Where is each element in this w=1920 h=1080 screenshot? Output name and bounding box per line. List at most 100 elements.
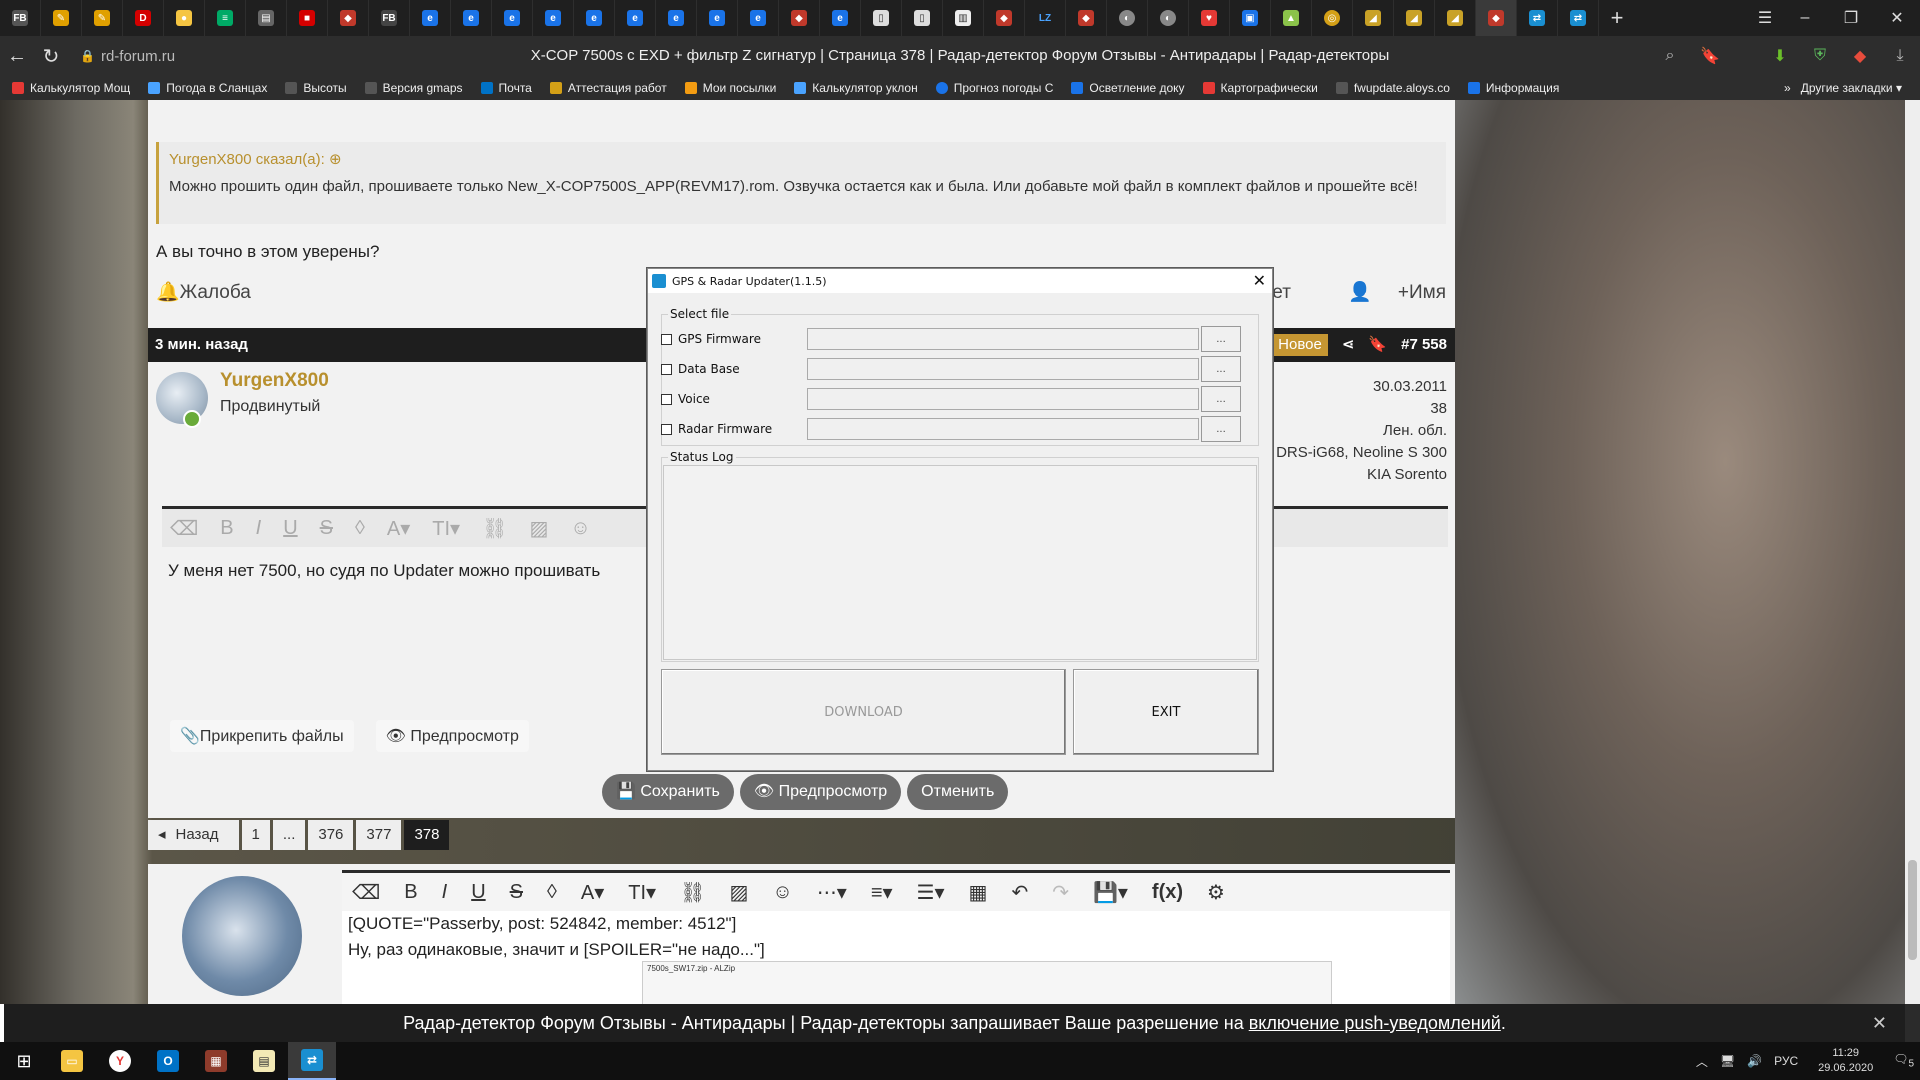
clock[interactable]: 11:29 29.06.2020 bbox=[1818, 1046, 1873, 1076]
browser-tab[interactable]: LZ bbox=[1025, 0, 1066, 36]
downloads-icon[interactable]: ⤓ bbox=[1880, 47, 1920, 65]
bookmark-item[interactable]: Прогноз погоды С bbox=[935, 81, 1053, 95]
pager-page[interactable]: 376 bbox=[308, 820, 354, 850]
taskbar-explorer[interactable]: ▭ bbox=[48, 1042, 96, 1080]
eraser-icon[interactable]: ⌫ bbox=[170, 516, 198, 541]
browser-tab[interactable]: e bbox=[738, 0, 779, 36]
preview-link[interactable]: 👁 Предпросмотр bbox=[375, 720, 529, 752]
tray-chevron-icon[interactable]: ︿ bbox=[1696, 1053, 1708, 1070]
gear-icon[interactable]: ⚙ bbox=[1207, 880, 1225, 905]
taskbar-updater[interactable]: ⇄ bbox=[288, 1042, 336, 1080]
italic-icon[interactable]: I bbox=[256, 517, 262, 540]
browser-tab[interactable]: e bbox=[492, 0, 533, 36]
bookmark-item[interactable]: Калькулятор уклон bbox=[794, 81, 918, 95]
link-icon[interactable]: ⛓ bbox=[482, 516, 507, 541]
underline-icon[interactable]: U bbox=[471, 881, 485, 904]
reply-line[interactable]: [QUOTE="Passerby, post: 524842, member: … bbox=[342, 911, 1450, 937]
page-scrollbar[interactable] bbox=[1905, 100, 1920, 1004]
bookmark-item[interactable]: Мои посылки bbox=[684, 81, 776, 95]
browser-tab[interactable]: ▲ bbox=[1271, 0, 1312, 36]
bookmark-item[interactable]: Аттестация работ bbox=[549, 81, 667, 95]
image-icon[interactable]: ▨ bbox=[529, 516, 548, 541]
taskbar-outlook[interactable]: O bbox=[144, 1042, 192, 1080]
quote-author[interactable]: YurgenX800 сказал(а): ⊕ bbox=[169, 150, 1436, 168]
browser-tab[interactable]: ⇄ bbox=[1517, 0, 1558, 36]
save-button[interactable]: 💾 Сохранить bbox=[602, 774, 734, 810]
enable-push-link[interactable]: включение push-уведомлений bbox=[1249, 1013, 1501, 1033]
drafts-icon[interactable]: 💾▾ bbox=[1093, 880, 1128, 905]
close-window-button[interactable]: ✕ bbox=[1874, 0, 1920, 36]
browser-tab[interactable]: ◢ bbox=[1394, 0, 1435, 36]
report-link[interactable]: 🔔Жалоба bbox=[156, 280, 251, 304]
plus-name-link[interactable]: 👤 +Имя bbox=[1322, 282, 1446, 303]
exit-button[interactable]: EXIT bbox=[1073, 669, 1259, 755]
network-icon[interactable]: 🖥 bbox=[1720, 1054, 1735, 1068]
bookmark-item[interactable]: Картографически bbox=[1202, 81, 1318, 95]
redo-icon[interactable]: ↷ bbox=[1052, 880, 1069, 905]
browser-tab[interactable]: ◐ bbox=[1107, 0, 1148, 36]
minimize-button[interactable]: – bbox=[1782, 0, 1828, 36]
new-tab-button[interactable]: + bbox=[1599, 0, 1635, 36]
browser-tab[interactable]: e bbox=[615, 0, 656, 36]
browser-tab[interactable]: ✎ bbox=[82, 0, 123, 36]
browser-tab[interactable]: ◆ bbox=[1066, 0, 1107, 36]
search-page-icon[interactable]: ⌕ bbox=[1650, 47, 1690, 65]
browser-tab[interactable]: ■ bbox=[287, 0, 328, 36]
browser-tab[interactable]: ◢ bbox=[1435, 0, 1476, 36]
restore-button[interactable]: ❐ bbox=[1828, 0, 1874, 36]
voice-checkbox[interactable] bbox=[661, 393, 672, 405]
strikethrough-icon[interactable]: S bbox=[510, 881, 523, 904]
font-size-icon[interactable]: A▾ bbox=[581, 880, 604, 905]
italic-icon[interactable]: I bbox=[442, 881, 448, 904]
browser-tab-active[interactable]: ◆ bbox=[1476, 0, 1517, 36]
arrow-up-circle-icon[interactable]: ⊕ bbox=[329, 151, 342, 168]
notification-center-icon[interactable]: 🗨5 bbox=[1893, 1052, 1914, 1069]
cancel-button[interactable]: Отменить bbox=[907, 774, 1009, 810]
browser-tab[interactable]: e bbox=[533, 0, 574, 36]
browser-tab[interactable]: e bbox=[451, 0, 492, 36]
browse-button[interactable]: ... bbox=[1201, 356, 1241, 382]
browser-tab[interactable]: ▣ bbox=[1230, 0, 1271, 36]
radar-firmware-path[interactable] bbox=[807, 418, 1199, 440]
gps-firmware-path[interactable] bbox=[807, 328, 1199, 350]
bold-icon[interactable]: B bbox=[220, 517, 233, 540]
voice-path[interactable] bbox=[807, 388, 1199, 410]
status-log[interactable] bbox=[663, 465, 1257, 660]
browser-tab[interactable]: ◐ bbox=[1148, 0, 1189, 36]
image-icon[interactable]: ▨ bbox=[729, 880, 748, 905]
undo-icon[interactable]: ↶ bbox=[1011, 880, 1028, 905]
browser-tab[interactable]: ▤ bbox=[246, 0, 287, 36]
other-bookmarks[interactable]: » Другие закладки ▾ bbox=[1784, 81, 1902, 95]
table-icon[interactable]: ▦ bbox=[969, 880, 988, 905]
bookmark-item[interactable]: Информация bbox=[1467, 81, 1559, 95]
volume-icon[interactable]: 🔊 bbox=[1747, 1054, 1762, 1068]
browser-tab[interactable]: ▯ bbox=[861, 0, 902, 36]
browser-tab[interactable]: ✎ bbox=[41, 0, 82, 36]
browser-tab[interactable]: ⇄ bbox=[1558, 0, 1599, 36]
database-path[interactable] bbox=[807, 358, 1199, 380]
close-icon[interactable]: ✕ bbox=[1253, 271, 1266, 290]
pager-page[interactable]: 377 bbox=[356, 820, 402, 850]
browser-tab[interactable]: ◎ bbox=[1312, 0, 1353, 36]
bookmark-post-icon[interactable]: 🔖 bbox=[1368, 328, 1387, 362]
reload-icon[interactable]: ↻ bbox=[34, 39, 68, 73]
more-icon[interactable]: ⋯▾ bbox=[817, 880, 847, 905]
link-icon[interactable]: ⛓ bbox=[680, 880, 705, 905]
browser-tab[interactable]: D bbox=[123, 0, 164, 36]
browser-tab[interactable]: FB bbox=[369, 0, 410, 36]
back-icon[interactable]: ← bbox=[0, 39, 34, 73]
pager-ellipsis[interactable]: ... bbox=[272, 820, 306, 850]
share-icon[interactable]: ⋖ bbox=[1342, 328, 1355, 362]
scrollbar-thumb[interactable] bbox=[1908, 860, 1917, 960]
extension-tag-icon[interactable]: ◆ bbox=[1840, 46, 1880, 66]
eraser-icon[interactable]: ⌫ bbox=[352, 880, 380, 905]
bookmark-item[interactable]: Почта bbox=[480, 81, 532, 95]
browse-button[interactable]: ... bbox=[1201, 416, 1241, 442]
pager-page[interactable]: 1 bbox=[241, 820, 270, 850]
attach-files-button[interactable]: 📎Прикрепить файлы bbox=[170, 720, 354, 752]
reply-line[interactable]: Ну, раз одинаковые, значит и [SPOILER="н… bbox=[342, 937, 1450, 963]
browser-tab[interactable]: e bbox=[410, 0, 451, 36]
post-number[interactable]: #7 558 bbox=[1401, 328, 1447, 362]
browse-button[interactable]: ... bbox=[1201, 326, 1241, 352]
bookmark-item[interactable]: Погода в Сланцах bbox=[148, 81, 267, 95]
